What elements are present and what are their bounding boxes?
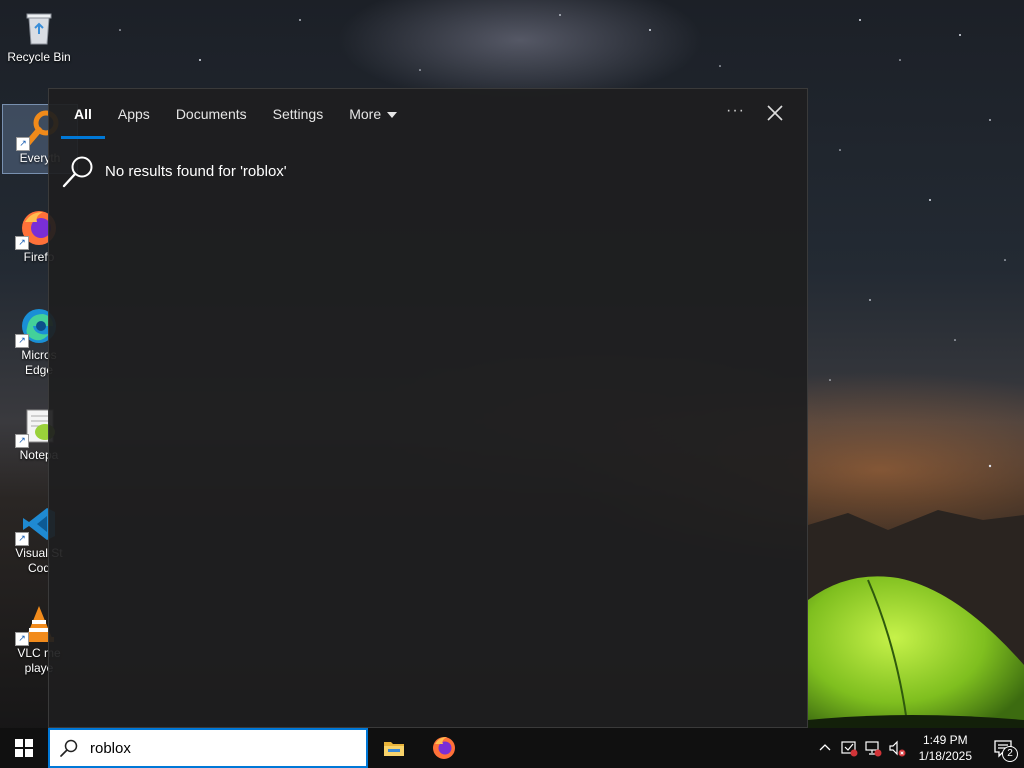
chevron-down-icon [387, 112, 398, 119]
shortcut-arrow-icon: ↗ [15, 434, 29, 448]
desktop-icon-recycle-bin[interactable]: Recycle Bin [2, 4, 76, 65]
shortcut-arrow-icon: ↗ [15, 632, 29, 646]
network-disconnected-icon [865, 741, 882, 757]
tab-label: Settings [272, 106, 324, 122]
file-explorer-icon [384, 742, 404, 756]
clock-date: 1/18/2025 [918, 749, 972, 763]
tab-apps[interactable]: Apps [105, 89, 163, 139]
no-results-text: No results found for 'roblox' [105, 162, 287, 180]
tab-all[interactable]: All [61, 89, 105, 139]
action-center-button[interactable]: 2 [982, 728, 1024, 768]
tab-settings[interactable]: Settings [260, 89, 337, 139]
network-tray-button[interactable] [861, 728, 885, 768]
shortcut-arrow-icon: ↗ [15, 236, 29, 250]
tab-label: Documents [175, 106, 247, 122]
recycle-bin-icon [19, 8, 59, 48]
no-results-message: No results found for 'roblox' [61, 153, 287, 189]
tab-label: All [74, 106, 92, 122]
desktop-icon-label: Recycle Bin [7, 50, 71, 64]
search-results-panel: All Apps Documents Settings More ··· No … [48, 88, 808, 728]
shortcut-arrow-icon: ↗ [16, 137, 30, 151]
show-hidden-icons-button[interactable] [813, 728, 837, 768]
more-options-button[interactable]: ··· [726, 102, 745, 120]
search-filter-tabs: All Apps Documents Settings More [61, 89, 410, 139]
search-icon [62, 156, 93, 188]
tab-more[interactable]: More [336, 89, 410, 139]
shortcut-arrow-icon: ↗ [15, 334, 29, 348]
search-icon [60, 739, 78, 757]
clock-time: 1:49 PM [922, 733, 968, 747]
security-tray-button[interactable] [837, 728, 861, 768]
shortcut-arrow-icon: ↗ [15, 532, 29, 546]
tab-documents[interactable]: Documents [163, 89, 260, 139]
close-button[interactable] [763, 101, 787, 125]
volume-muted-icon [889, 740, 906, 757]
start-button[interactable] [0, 728, 48, 768]
tab-label: Apps [117, 106, 150, 122]
tab-label: More [349, 106, 382, 122]
chevron-up-icon [819, 744, 831, 751]
windows-logo-icon [15, 739, 33, 757]
volume-tray-button[interactable] [885, 728, 909, 768]
taskbar: 1:49 PM 1/18/2025 2 [0, 728, 1024, 768]
security-alert-icon [841, 741, 858, 757]
system-tray: 1:49 PM 1/18/2025 2 [813, 728, 1024, 768]
firefox-icon [433, 737, 455, 759]
taskbar-file-explorer[interactable] [370, 728, 418, 768]
notification-count-badge: 2 [1002, 746, 1018, 762]
wallpaper-tent [808, 576, 1024, 730]
search-input[interactable] [88, 738, 332, 758]
close-icon [767, 105, 783, 121]
taskbar-search-box[interactable] [48, 728, 368, 768]
taskbar-firefox[interactable] [420, 728, 468, 768]
taskbar-clock[interactable]: 1:49 PM 1/18/2025 [909, 732, 982, 764]
